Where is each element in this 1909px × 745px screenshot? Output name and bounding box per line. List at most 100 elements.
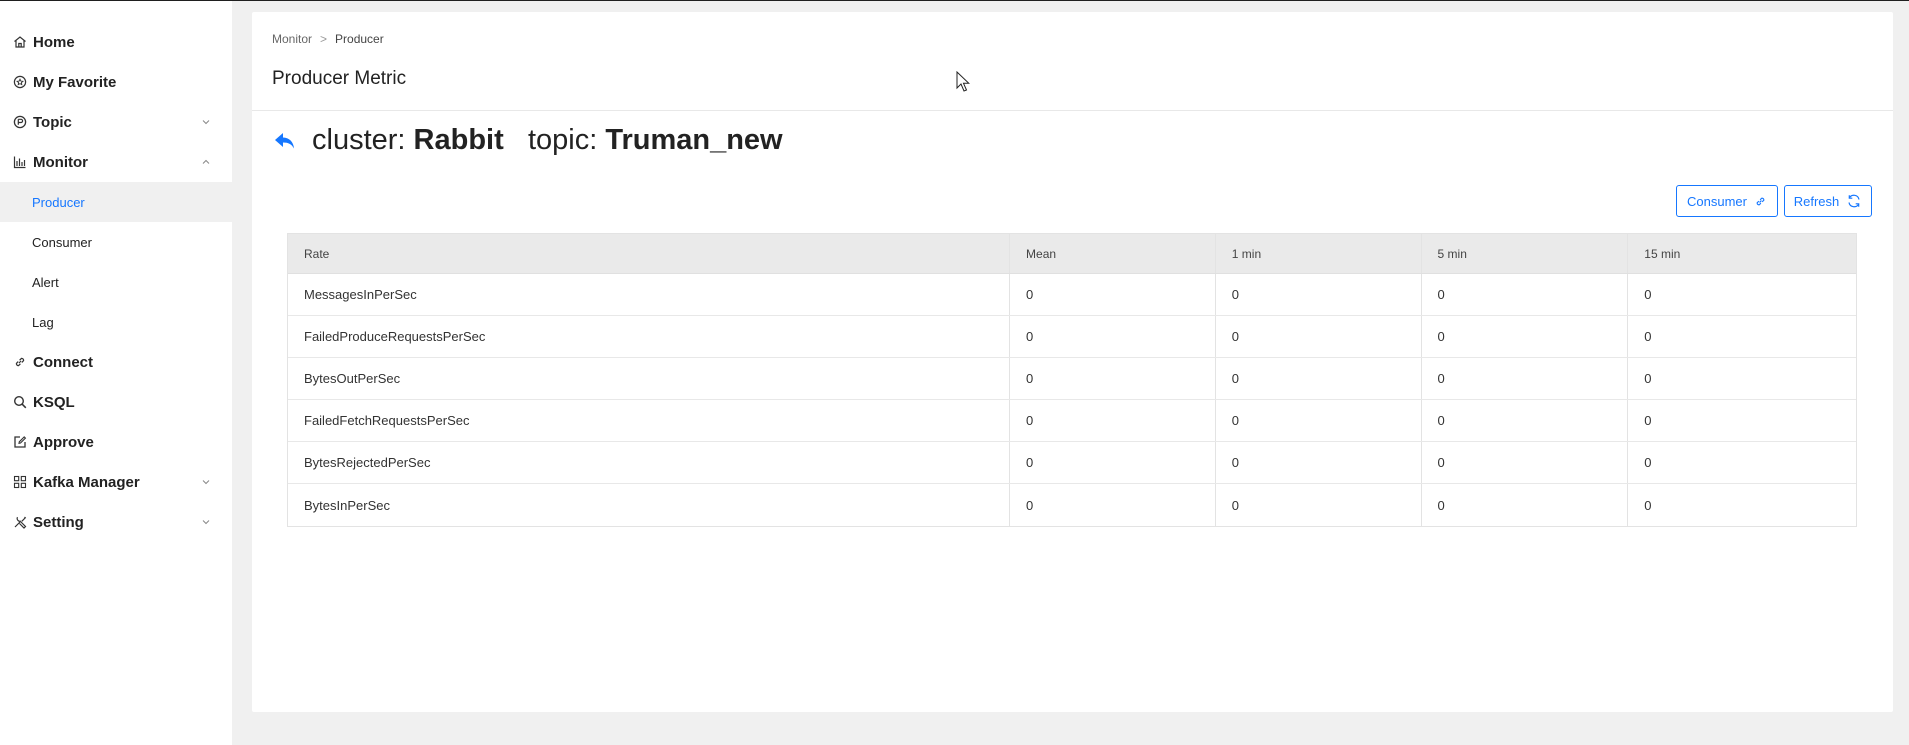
sidebar-subitem-consumer[interactable]: Consumer	[0, 222, 232, 262]
table-cell: 0	[1422, 442, 1629, 483]
metrics-table: Rate Mean 1 min 5 min 15 min MessagesInP…	[287, 233, 1857, 527]
sidebar-subitem-label: Alert	[32, 274, 59, 290]
favorite-icon	[12, 75, 27, 90]
chevron-down-icon	[202, 520, 210, 525]
table-cell: 0	[1010, 274, 1216, 315]
column-header-mean: Mean	[1010, 234, 1216, 273]
table-cell: 0	[1644, 371, 1652, 386]
sidebar-subitem-lag[interactable]: Lag	[0, 302, 232, 342]
table-cell: BytesRejectedPerSec	[288, 442, 1011, 483]
chevron-up-icon	[202, 159, 210, 164]
table-cell: 0	[1216, 274, 1422, 315]
tools-icon	[12, 515, 27, 530]
sidebar-subitem-label: Consumer	[32, 234, 92, 250]
sidebar-item-setting[interactable]: Setting	[0, 502, 232, 542]
chevron-down-icon	[202, 120, 210, 125]
page-header: Monitor > Producer Producer Metric	[252, 12, 1893, 111]
refresh-button-label: Refresh	[1793, 193, 1840, 209]
sidebar-item-label: Home	[33, 33, 75, 51]
column-header-1min: 1 min	[1216, 234, 1422, 273]
page-title: Producer Metric	[272, 68, 407, 89]
table-row: FailedFetchRequestsPerSec 0 0 0 0	[288, 400, 1856, 442]
table-cell: 0	[1010, 400, 1216, 441]
sidebar-item-label: Monitor	[33, 153, 88, 171]
sidebar-item-home[interactable]: Home	[0, 22, 232, 62]
sidebar: Home My Favorite Topic Monitor Producer …	[0, 1, 232, 745]
topic-label: topic:	[527, 124, 598, 156]
table-cell: 0	[1216, 316, 1422, 357]
table-cell: 0	[1644, 413, 1652, 428]
grid-icon	[12, 475, 27, 490]
column-header-rate: Rate	[288, 234, 1011, 273]
sidebar-item-label: Setting	[33, 513, 84, 531]
table-cell: 0	[1216, 358, 1422, 399]
sidebar-item-kafka-manager[interactable]: Kafka Manager	[0, 462, 232, 502]
table-row: BytesOutPerSec 0 0 0 0	[288, 358, 1856, 400]
table-cell: 0	[1216, 442, 1422, 483]
sidebar-item-monitor[interactable]: Monitor	[0, 142, 232, 182]
breadcrumb-link-monitor[interactable]: Monitor	[272, 32, 312, 46]
cluster-value: Rabbit	[413, 124, 504, 156]
table-cell: 0	[1644, 497, 1652, 513]
column-header-5min: 5 min	[1422, 234, 1629, 273]
sidebar-item-my-favorite[interactable]: My Favorite	[0, 62, 232, 102]
table-cell: 0	[1422, 484, 1629, 526]
table-cell: 0	[1010, 442, 1216, 483]
sidebar-item-label: My Favorite	[33, 73, 117, 91]
sidebar-item-label: KSQL	[33, 393, 75, 411]
table-cell: 0	[1216, 484, 1422, 526]
table-cell: 0	[1644, 455, 1652, 470]
column-header-15min: 15 min	[1644, 246, 1681, 261]
table-cell: 0	[1422, 316, 1629, 357]
sidebar-item-label: Connect	[33, 353, 93, 371]
breadcrumb-current: Producer	[335, 32, 384, 46]
mouse-cursor-icon	[956, 71, 970, 92]
consumer-button-label: Consumer	[1687, 193, 1747, 209]
refresh-button[interactable]: Refresh	[1784, 185, 1872, 217]
link-icon	[12, 355, 27, 370]
sidebar-subitem-alert[interactable]: Alert	[0, 262, 232, 302]
table-cell: 0	[1216, 400, 1422, 441]
chevron-down-icon	[202, 480, 210, 485]
breadcrumb-separator: >	[320, 32, 328, 46]
edit-icon	[12, 435, 27, 450]
table-row: BytesInPerSec 0 0 0 0	[288, 484, 1856, 526]
sidebar-item-connect[interactable]: Connect	[0, 342, 232, 382]
cluster-label: cluster:	[312, 124, 406, 156]
table-cell: 0	[1422, 400, 1629, 441]
table-cell: 0	[1422, 274, 1629, 315]
sidebar-item-label: Kafka Manager	[33, 473, 140, 491]
link-icon	[1754, 195, 1767, 208]
topic-icon	[12, 115, 27, 130]
sidebar-item-approve[interactable]: Approve	[0, 422, 232, 462]
table-cell: 0	[1644, 287, 1652, 302]
sidebar-item-label: Topic	[33, 113, 72, 131]
table-cell: BytesOutPerSec	[288, 358, 1011, 399]
table-cell: FailedFetchRequestsPerSec	[288, 400, 1011, 441]
back-arrow-icon[interactable]	[272, 128, 298, 154]
search-icon	[12, 395, 27, 410]
sidebar-subitem-label: Producer	[32, 194, 85, 210]
sidebar-item-topic[interactable]: Topic	[0, 102, 232, 142]
cluster-topic-info: cluster: Rabbit topic: Truman_new	[272, 124, 783, 157]
monitor-icon	[12, 155, 27, 170]
sidebar-subitem-producer[interactable]: Producer	[0, 182, 232, 222]
table-row: MessagesInPerSec 0 0 0 0	[288, 274, 1856, 316]
table-cell: 0	[1422, 358, 1629, 399]
refresh-icon	[1846, 193, 1862, 209]
sidebar-item-ksql[interactable]: KSQL	[0, 382, 232, 422]
table-cell: BytesInPerSec	[288, 484, 1011, 526]
consumer-button[interactable]: Consumer	[1676, 185, 1778, 217]
topic-value: Truman_new	[605, 124, 783, 156]
table-cell: MessagesInPerSec	[288, 274, 1011, 315]
table-cell: 0	[1010, 316, 1216, 357]
table-header-row: Rate Mean 1 min 5 min 15 min	[288, 234, 1856, 274]
table-row: BytesRejectedPerSec 0 0 0 0	[288, 442, 1856, 484]
window-top-border	[0, 0, 1909, 1]
table-cell: 0	[1644, 329, 1652, 344]
table-row: FailedProduceRequestsPerSec 0 0 0 0	[288, 316, 1856, 358]
main-panel: Monitor > Producer Producer Metric clust…	[252, 12, 1893, 712]
sidebar-item-label: Approve	[33, 433, 94, 451]
home-icon	[12, 35, 27, 50]
breadcrumb: Monitor > Producer	[272, 32, 384, 46]
